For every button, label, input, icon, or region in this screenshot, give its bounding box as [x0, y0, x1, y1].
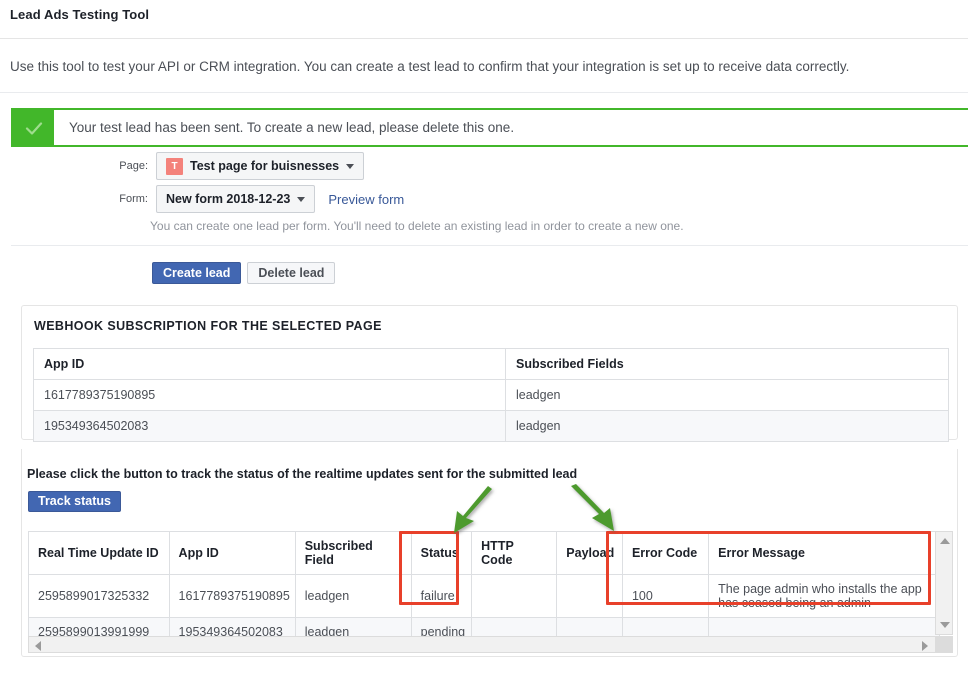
cell-error-code: [621, 617, 710, 636]
webhook-col-subscribed-fields: Subscribed Fields: [505, 348, 949, 380]
status-col-error-code: Error Code: [621, 531, 710, 575]
cell-real-time-update-id: 2595899013991999: [28, 617, 170, 636]
page-selector-row: Page: T Test page for buisnesses: [112, 152, 365, 180]
webhook-col-app-id: App ID: [33, 348, 506, 380]
cell-status: failure: [410, 574, 473, 618]
preview-form-link[interactable]: Preview form: [328, 192, 404, 207]
track-status-note: Please click the button to track the sta…: [27, 467, 578, 481]
webhook-cell-app-id: 1617789375190895: [33, 379, 506, 411]
checkmark-icon: [13, 110, 54, 145]
scroll-left-arrow-icon[interactable]: [35, 641, 41, 651]
form-label: Form:: [119, 193, 148, 205]
webhook-cell-subscribed-fields: leadgen: [505, 410, 949, 442]
webhook-cell-app-id: 195349364502083: [33, 410, 506, 442]
actions-divider: [11, 245, 968, 246]
cell-payload: [556, 617, 623, 636]
form-hint: You can create one lead per form. You'll…: [150, 219, 684, 233]
delete-lead-button[interactable]: Delete lead: [247, 262, 336, 284]
success-banner-message: Your test lead has been sent. To create …: [69, 120, 515, 135]
chevron-down-icon: [346, 163, 355, 169]
scroll-down-arrow-icon[interactable]: [940, 622, 950, 628]
success-banner: Your test lead has been sent. To create …: [11, 108, 968, 147]
cell-real-time-update-id: 2595899017325332: [28, 574, 170, 618]
table-row: 2595899017325332 1617789375190895 leadge…: [28, 574, 940, 618]
status-col-payload: Payload: [556, 531, 623, 575]
form-selector[interactable]: New form 2018-12-23: [156, 185, 316, 213]
status-col-subscribed-field: Subscribed Field: [294, 531, 412, 575]
cell-error-message: The page admin who installs the app has …: [708, 574, 940, 618]
cell-error-code: 100: [621, 574, 710, 618]
cell-app-id: 1617789375190895: [168, 574, 296, 618]
page-label: Page:: [119, 160, 148, 172]
cell-payload: [556, 574, 623, 618]
page-avatar: T: [166, 157, 183, 175]
create-lead-button[interactable]: Create lead: [152, 262, 242, 284]
scrollbar-corner: [935, 637, 952, 652]
form-selector-value: New form 2018-12-23: [166, 192, 291, 206]
horizontal-scrollbar[interactable]: [28, 636, 953, 653]
cell-http-code: [471, 617, 558, 636]
cell-app-id: 195349364502083: [168, 617, 296, 636]
intro-text: Use this tool to test your API or CRM in…: [10, 59, 850, 74]
cell-error-message: [708, 617, 940, 636]
track-status-button[interactable]: Track status: [28, 491, 121, 512]
cell-subscribed-field: leadgen: [294, 617, 412, 636]
webhook-subscription-card: WEBHOOK SUBSCRIPTION FOR THE SELECTED PA…: [21, 305, 958, 442]
table-row: 195349364502083 leadgen: [33, 410, 949, 442]
realtime-updates-table: Real Time Update ID App ID Subscribed Fi…: [28, 531, 940, 636]
status-col-error-message: Error Message: [708, 531, 940, 575]
status-col-real-time-update-id: Real Time Update ID: [28, 531, 170, 575]
cell-http-code: [471, 574, 558, 618]
status-table-header-row: Real Time Update ID App ID Subscribed Fi…: [28, 531, 940, 575]
cell-subscribed-field: leadgen: [294, 574, 412, 618]
lead-actions: Create lead Delete lead: [152, 262, 336, 284]
status-col-app-id: App ID: [168, 531, 296, 575]
lead-ads-testing-tool-page: Lead Ads Testing Tool Use this tool to t…: [0, 0, 968, 676]
status-col-status: Status: [410, 531, 473, 575]
webhook-table-header-row: App ID Subscribed Fields: [33, 348, 949, 380]
page-selector-value: Test page for buisnesses: [190, 159, 340, 173]
status-col-http-code: HTTP Code: [471, 531, 558, 575]
header-divider: [0, 38, 968, 39]
scroll-up-arrow-icon[interactable]: [940, 538, 950, 544]
webhook-table: App ID Subscribed Fields 161778937519089…: [33, 348, 949, 442]
form-selector-row: Form: New form 2018-12-23 Preview form: [112, 185, 404, 213]
webhook-cell-subscribed-fields: leadgen: [505, 379, 949, 411]
intro-divider: [0, 92, 968, 93]
cell-status: pending: [410, 617, 473, 636]
table-row: 2595899013991999 195349364502083 leadgen…: [28, 617, 940, 636]
page-selector[interactable]: T Test page for buisnesses: [156, 152, 365, 180]
vertical-scrollbar[interactable]: [935, 531, 953, 635]
page-title: Lead Ads Testing Tool: [10, 7, 150, 22]
chevron-down-icon: [297, 196, 306, 202]
table-row: 1617789375190895 leadgen: [33, 379, 949, 411]
scroll-right-arrow-icon[interactable]: [922, 641, 928, 651]
webhook-card-title: WEBHOOK SUBSCRIPTION FOR THE SELECTED PA…: [34, 319, 382, 333]
